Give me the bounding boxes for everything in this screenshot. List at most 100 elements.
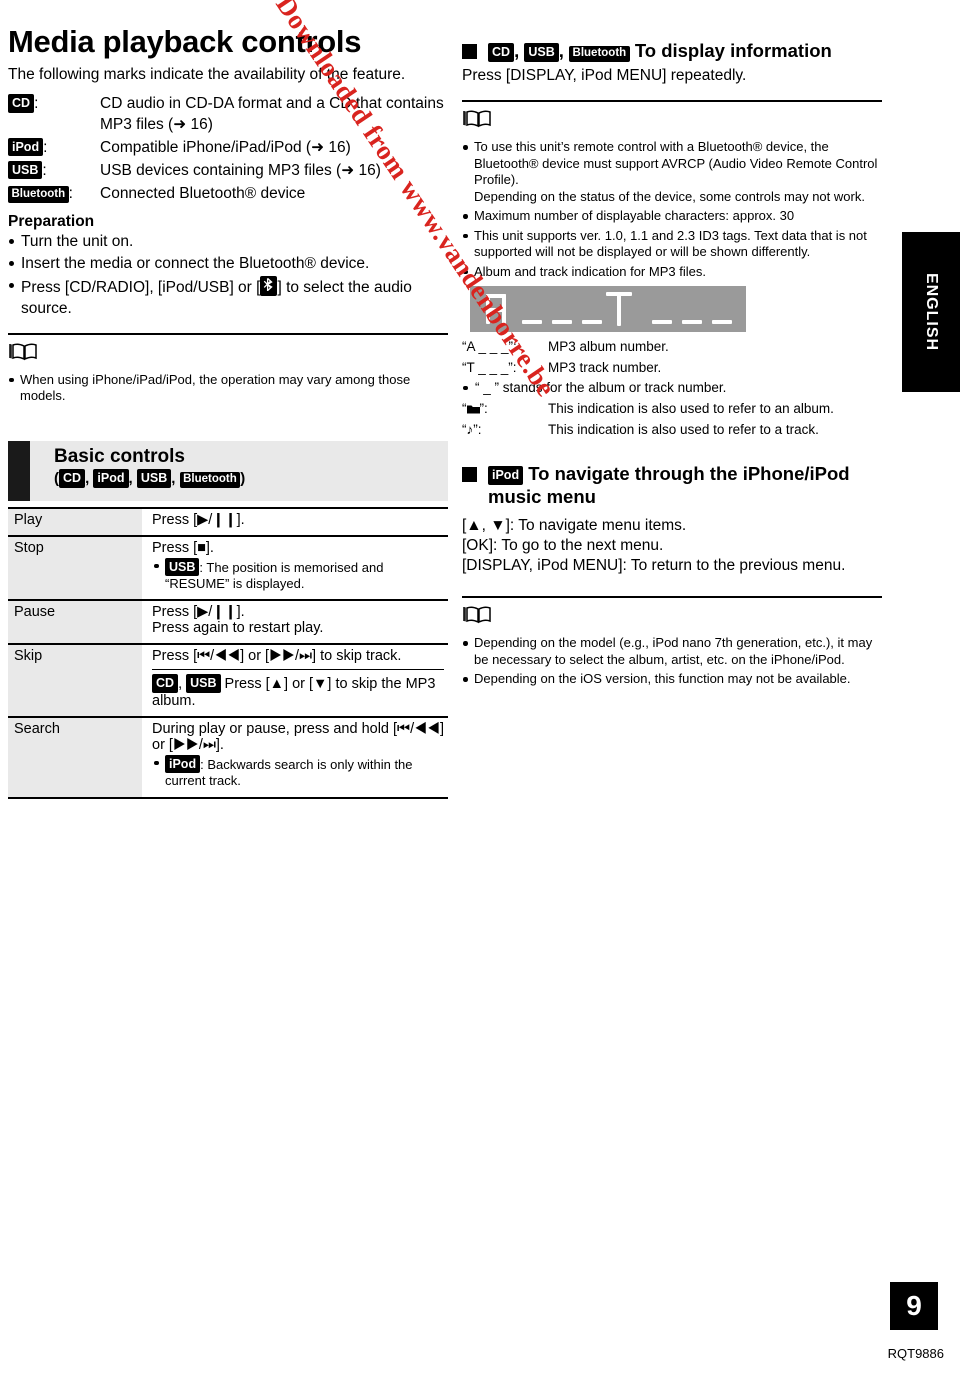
mark-description: Connected Bluetooth® device <box>100 184 306 202</box>
music-note-icon: ♪ <box>466 422 474 438</box>
basic-controls-badges: (CD, iPod, USB, Bluetooth) <box>54 469 246 489</box>
folder-glyph <box>466 405 480 414</box>
mark-description: Compatible iPhone/iPad/iPod (➜ 16) <box>100 138 351 156</box>
ipod-nav-line: [▲, ▼]: To navigate menu items. <box>462 516 687 534</box>
badge-ipod: iPod <box>488 466 524 485</box>
display-info-notes: To use this unit’s remote control with a… <box>462 139 882 280</box>
row-note-list: iPod: Backwards search is only within th… <box>152 754 444 790</box>
ipod-nav-line: [OK]: To go to the next menu. <box>462 536 664 554</box>
legend-key-note: “♪”: <box>462 422 482 438</box>
legend-row: “T _ _ _”: MP3 track number. <box>462 359 882 377</box>
display-note-item: This unit supports ver. 1.0, 1.1 and 2.3… <box>462 228 882 261</box>
legend-row: “”: This indication is also used to refe… <box>462 400 882 418</box>
page-intro: The following marks indicate the availab… <box>8 65 406 83</box>
folder-icon <box>466 401 480 414</box>
mark-key: Bluetooth: <box>8 184 100 204</box>
mark-separator: : <box>68 184 73 202</box>
band-text: Basic controls (CD, iPod, USB, Bluetooth… <box>30 441 245 501</box>
display-info-title: To display information <box>634 40 832 61</box>
ipod-nav-line: [DISPLAY, iPod MENU]: To return to the p… <box>462 557 846 575</box>
badge-bluetooth: Bluetooth <box>8 186 69 203</box>
marks-list: CD: CD audio in CD-DA format and a CD th… <box>8 94 448 204</box>
badge-cd: CD <box>8 94 35 113</box>
ipod-nav-notes: Depending on the model (e.g., iPod nano … <box>462 635 882 688</box>
badge-usb: USB <box>8 160 43 180</box>
lcd-segments <box>486 292 732 327</box>
preparation-item: Insert the media or connect the Bluetoot… <box>8 254 448 274</box>
right-column: CD, USB, Bluetooth To display informatio… <box>462 40 882 691</box>
close-paren: ) <box>240 470 246 488</box>
mark-row: iPod: Compatible iPhone/iPad/iPod (➜ 16) <box>8 137 448 158</box>
basic-controls-title: Basic controls <box>54 445 185 467</box>
basic-controls-band: Basic controls (CD, iPod, USB, Bluetooth… <box>8 440 448 501</box>
badge-ipod: iPod <box>93 469 129 488</box>
table-row: Search During play or pause, press and h… <box>8 716 448 797</box>
left-note-item: When using iPhone/iPad/iPod, the operati… <box>8 372 448 405</box>
row-content: Press [■]. USB: The position is memorise… <box>142 536 448 601</box>
table-row: Pause Press [▶/❙❙]. Press again to resta… <box>8 600 448 645</box>
badge-usb: USB <box>524 43 559 62</box>
comma: , <box>178 676 183 693</box>
row-content: Press [▶/❙❙]. Press again to restart pla… <box>142 600 448 644</box>
left-note-list: When using iPhone/iPad/iPod, the operati… <box>8 372 448 405</box>
row-sub-line: CD, USB Press [▲] or [▼] to skip the MP3… <box>152 674 444 709</box>
mark-key: iPod: <box>8 137 100 158</box>
badge-bluetooth: Bluetooth <box>179 471 241 489</box>
legend-desc: MP3 track number. <box>548 359 662 375</box>
row-content: Press [⏮/◀◀] or [▶▶/⏭] to skip track. CD… <box>142 644 448 717</box>
note-book-icon <box>462 109 882 133</box>
legend-desc: This indication is also used to refer to… <box>548 422 819 438</box>
preparation-heading: Preparation <box>8 213 95 231</box>
legend-key-folder: “”: <box>462 400 488 416</box>
bluetooth-icon <box>260 276 278 296</box>
display-info-instruction: Press [DISPLAY, iPod MENU] repeatedly. <box>462 67 747 85</box>
ipod-note-item: Depending on the model (e.g., iPod nano … <box>462 635 882 668</box>
row-line: Press [▶/❙❙]. <box>152 604 245 621</box>
comma: , <box>85 470 90 488</box>
band-accent-bar <box>8 440 30 501</box>
preparation-item: Turn the unit on. <box>8 232 448 252</box>
preparation-list: Turn the unit on. Insert the media or co… <box>8 232 448 319</box>
mark-separator: : <box>43 138 48 156</box>
badge-ipod: iPod <box>165 754 201 774</box>
row-label: Search <box>8 716 142 797</box>
comma: , <box>514 40 520 61</box>
mark-row: USB: USB devices containing MP3 files (➜… <box>8 160 448 181</box>
book-icon-glyph <box>9 343 37 360</box>
legend-row: “♪”: This indication is also used to ref… <box>462 421 882 439</box>
document-code: RQT9886 <box>887 1346 944 1361</box>
mark-row: Bluetooth: Connected Bluetooth® device <box>8 184 448 204</box>
mark-description: CD audio in CD-DA format and a CD that c… <box>100 95 444 133</box>
left-note-divider <box>8 332 448 335</box>
row-content: During play or pause, press and hold [⏮/… <box>142 717 448 797</box>
legend-key: “A _ _ _”: <box>462 339 517 355</box>
row-label: Pause <box>8 600 142 645</box>
ipod-nav-heading: iPod To navigate through the iPhone/iPod… <box>462 463 882 507</box>
display-note-item: Album and track indication for MP3 files… <box>462 264 882 281</box>
row-content: Press [▶/❙❙]. <box>142 508 448 536</box>
legend-desc: This indication is also used to refer to… <box>548 400 834 416</box>
display-info-title-wrap: CD, USB, Bluetooth To display informatio… <box>488 40 832 62</box>
section-square-icon <box>462 467 477 483</box>
comma: , <box>128 470 133 488</box>
badge-usb: USB <box>165 557 200 577</box>
row-note-item: USB: The position is memorised and “RESU… <box>152 557 444 593</box>
book-icon-glyph <box>463 110 491 128</box>
badge-bluetooth: Bluetooth <box>569 45 630 62</box>
display-note-divider <box>462 100 882 103</box>
badge-cd: CD <box>152 674 179 693</box>
badge-ipod: iPod <box>8 137 44 157</box>
display-info-heading: CD, USB, Bluetooth To display informatio… <box>462 40 882 62</box>
comma: , <box>171 470 176 488</box>
mark-separator: : <box>42 161 47 179</box>
preparation-item: Press [CD/RADIO], [iPod/USB] or [] to se… <box>8 276 448 318</box>
mark-key: USB: <box>8 160 100 181</box>
legend-bullet-row: “ _ ” stands for the album or track numb… <box>462 379 882 397</box>
table-row: Stop Press [■]. USB: The position is mem… <box>8 535 448 601</box>
lcd-legend: “A _ _ _”: MP3 album number. “T _ _ _”: … <box>462 338 882 439</box>
page-title: Media playback controls <box>8 24 362 59</box>
mark-key: CD: <box>8 94 100 114</box>
ipod-nav-title-wrap: iPod To navigate through the iPhone/iPod… <box>488 463 882 507</box>
manual-page: Downloaded from www.vandenborre.be ENGLI… <box>0 0 960 1375</box>
table-bottom-border <box>8 796 448 799</box>
